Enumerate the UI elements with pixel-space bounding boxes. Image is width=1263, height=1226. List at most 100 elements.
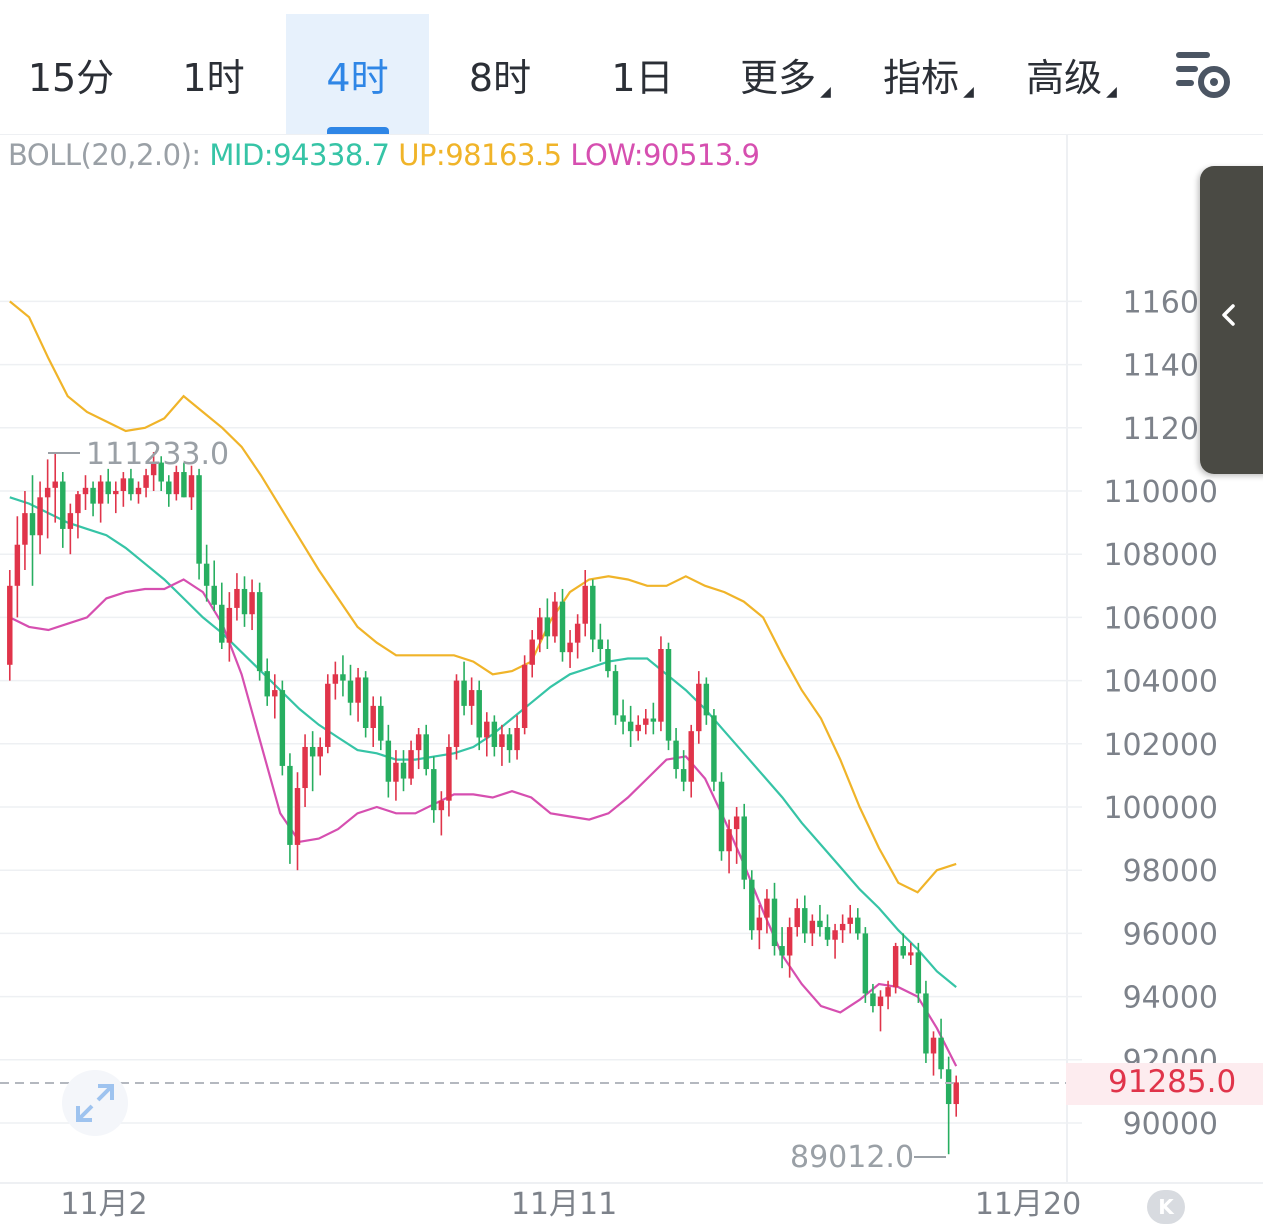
candle — [476, 680, 482, 751]
candle — [521, 655, 528, 735]
candle — [749, 870, 755, 940]
candle — [385, 724, 392, 798]
candle — [923, 980, 929, 1063]
candle — [340, 655, 346, 697]
boll-bands — [9, 300, 958, 1067]
candle — [605, 639, 611, 678]
candle — [711, 709, 717, 792]
candle — [294, 772, 301, 871]
candle — [234, 573, 240, 621]
candle — [794, 898, 800, 937]
candle — [620, 699, 626, 735]
high-price-label: 111233.0 — [86, 437, 229, 472]
candle — [771, 882, 778, 956]
candle — [484, 712, 490, 757]
candle — [393, 750, 399, 801]
candle — [279, 680, 286, 776]
candle — [718, 772, 725, 861]
candle — [378, 696, 384, 751]
candle — [29, 475, 36, 586]
candle — [226, 592, 233, 662]
candle — [612, 664, 619, 725]
candle — [665, 642, 672, 751]
candle — [431, 756, 437, 823]
side-panel-toggle[interactable] — [1200, 166, 1263, 474]
candle — [908, 942, 914, 965]
candle — [75, 491, 81, 539]
low-price-label: 89012.0 — [790, 1140, 914, 1175]
candle — [696, 671, 702, 744]
candle — [832, 923, 838, 959]
candles — [7, 452, 959, 1155]
candle — [166, 475, 172, 507]
candle — [408, 740, 414, 785]
candle — [862, 927, 869, 1003]
candle — [590, 579, 596, 653]
candle — [143, 468, 149, 498]
candle — [37, 481, 43, 555]
candle — [597, 623, 604, 662]
boll-low: LOW:90513.9 — [570, 138, 760, 172]
expand-button[interactable] — [62, 1070, 128, 1136]
boll-up: UP:98163.5 — [398, 138, 562, 172]
candle — [355, 667, 361, 722]
current-price: 91285.0 — [1108, 1064, 1237, 1100]
candle — [370, 696, 376, 747]
candle — [113, 481, 119, 514]
candle — [287, 753, 293, 864]
candle — [847, 904, 853, 934]
boll-mid-line — [9, 496, 957, 988]
candle — [506, 728, 513, 763]
candle — [817, 904, 823, 937]
candle — [544, 598, 551, 649]
candle — [105, 468, 111, 504]
candle — [824, 914, 831, 947]
candle — [302, 734, 308, 807]
candlestick-chart[interactable]: 1160011400112001100001080001060001040001… — [0, 0, 1263, 1226]
candle — [703, 677, 710, 725]
candle — [574, 614, 581, 659]
candle — [128, 468, 134, 501]
candle — [423, 724, 429, 776]
y-tick-label: 102000 — [1103, 728, 1218, 763]
candle — [362, 671, 369, 738]
candle — [14, 516, 21, 618]
candle — [249, 579, 255, 631]
candle — [446, 734, 452, 817]
candle — [44, 459, 51, 539]
candle — [67, 503, 74, 555]
candle — [461, 661, 467, 716]
candle — [839, 914, 846, 943]
boll-mid: MID:94338.7 — [209, 138, 390, 172]
x-tick-label: 11月11 — [511, 1187, 617, 1222]
boll-indicator-readout: BOLL(20,2.0): MID:94338.7 UP:98163.5 LOW… — [8, 138, 760, 172]
y-tick-label: 104000 — [1103, 665, 1218, 700]
y-tick-label: 96000 — [1123, 917, 1218, 952]
candle — [90, 481, 96, 517]
candle — [733, 807, 740, 864]
chevron-left-icon — [1222, 304, 1235, 326]
candle — [756, 904, 763, 950]
candle — [673, 728, 679, 779]
y-tick-label: 100000 — [1103, 791, 1218, 826]
x-tick-label: 11月20 — [975, 1187, 1081, 1222]
candle — [468, 677, 475, 725]
expand-arrows-icon — [76, 1084, 114, 1122]
candle — [643, 709, 649, 735]
candle — [552, 592, 558, 643]
candle — [188, 465, 195, 510]
y-tick-label: 90000 — [1123, 1107, 1218, 1142]
candle — [635, 715, 641, 741]
x-tick-label: 11月2 — [60, 1187, 147, 1222]
candle — [120, 472, 127, 507]
candle — [211, 560, 217, 612]
candle — [567, 630, 573, 668]
candle — [347, 664, 354, 716]
candle — [241, 576, 248, 627]
candle — [325, 674, 331, 754]
candle — [499, 724, 505, 766]
x-axis-labels: 11月2 11月11 11月20 — [60, 1187, 1081, 1222]
candle — [491, 715, 498, 757]
y-tick-label: 108000 — [1103, 538, 1218, 573]
candle — [741, 803, 747, 890]
